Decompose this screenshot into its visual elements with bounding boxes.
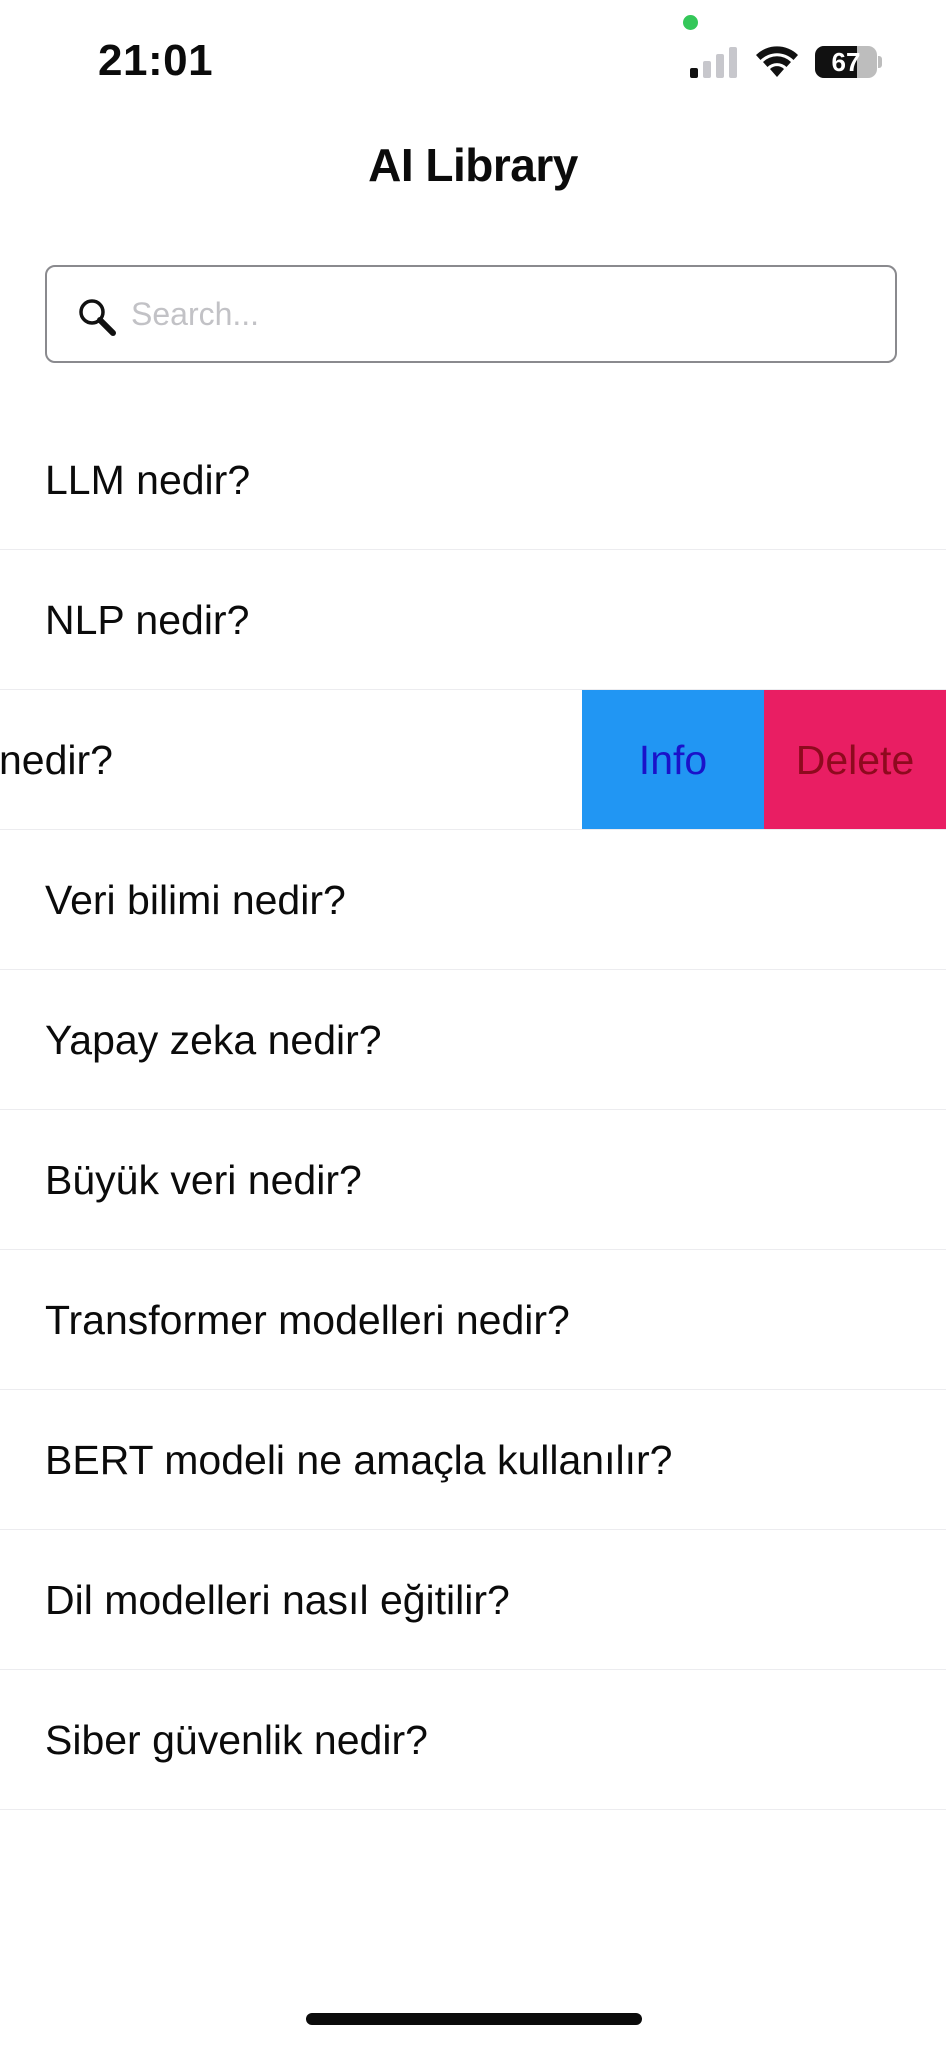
- list-item-label: Büyük veri nedir?: [45, 1157, 362, 1203]
- list-item[interactable]: NLP nedir?: [0, 550, 946, 690]
- status-time: 21:01: [98, 36, 214, 85]
- search-icon: [79, 299, 116, 336]
- search-box[interactable]: [45, 265, 897, 363]
- status-bar: 21:01 67: [0, 0, 946, 110]
- list-item-label: NLP nedir?: [45, 597, 250, 643]
- camera-in-use-indicator: [683, 15, 698, 30]
- list-item[interactable]: Yapay zeka nedir?: [0, 970, 946, 1110]
- list-item-label: Dil modelleri nasıl eğitilir?: [45, 1577, 510, 1623]
- list-item-label: nedir?: [0, 737, 113, 783]
- cellular-signal-icon: [690, 46, 738, 78]
- list-item-label: LLM nedir?: [45, 457, 251, 503]
- list-item-label: Veri bilimi nedir?: [45, 877, 346, 923]
- search-input[interactable]: [131, 267, 871, 361]
- list-item[interactable]: Büyük veri nedir?: [0, 1110, 946, 1250]
- list-item[interactable]: Siber güvenlik nedir?: [0, 1670, 946, 1810]
- list-item[interactable]: Dil modelleri nasıl eğitilir?: [0, 1530, 946, 1670]
- info-button[interactable]: Info: [582, 690, 764, 829]
- list-item-label: Siber güvenlik nedir?: [45, 1717, 428, 1763]
- wifi-icon: [756, 46, 798, 77]
- list-item[interactable]: LLM nedir?: [0, 410, 946, 550]
- battery-level: 67: [831, 47, 861, 77]
- list-item-label: BERT modeli ne amaçla kullanılır?: [45, 1437, 673, 1483]
- list-item-label: Transformer modelleri nedir?: [45, 1297, 570, 1343]
- question-list: LLM nedir? NLP nedir? nedir? Info Delete…: [0, 410, 946, 1810]
- delete-button[interactable]: Delete: [764, 690, 946, 829]
- battery-icon: 67: [815, 46, 882, 78]
- list-item[interactable]: Transformer modelleri nedir?: [0, 1250, 946, 1390]
- list-item-swiped[interactable]: nedir? Info Delete: [0, 690, 946, 830]
- page-title: AI Library: [368, 139, 578, 191]
- list-item[interactable]: BERT modeli ne amaçla kullanılır?: [0, 1390, 946, 1530]
- list-item[interactable]: Veri bilimi nedir?: [0, 830, 946, 970]
- home-indicator[interactable]: [306, 2013, 642, 2025]
- list-item-label: Yapay zeka nedir?: [45, 1017, 382, 1063]
